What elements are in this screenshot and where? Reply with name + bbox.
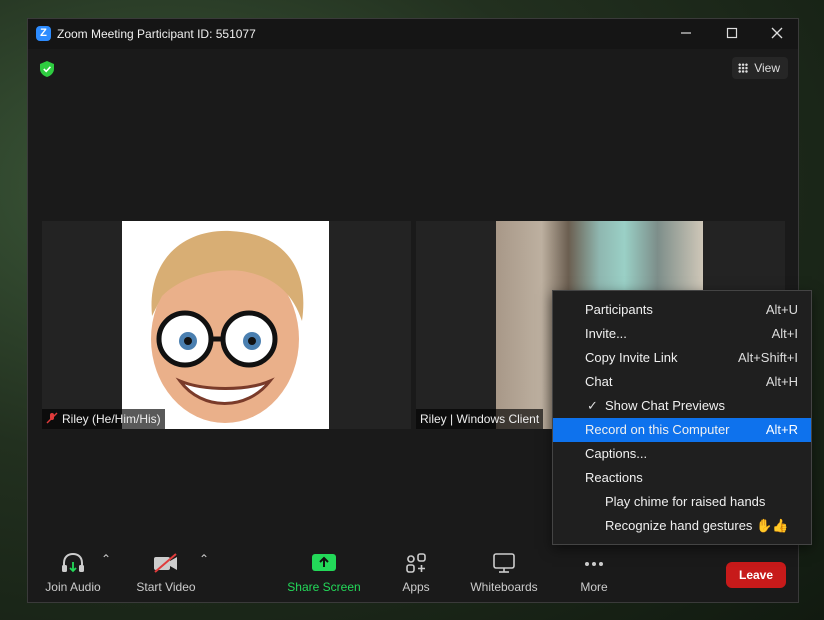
menu-item-chat[interactable]: Chat Alt+H — [553, 370, 811, 394]
checkmark-icon: ✓ — [587, 398, 598, 413]
apps-label: Apps — [402, 580, 430, 594]
menu-item-copy-invite-link[interactable]: Copy Invite Link Alt+Shift+I — [553, 346, 811, 370]
more-button[interactable]: More — [574, 552, 614, 594]
menu-item-label: Show Chat Previews — [605, 398, 725, 413]
menu-item-label: Captions... — [585, 446, 648, 461]
view-label: View — [754, 61, 780, 75]
minimize-icon — [681, 32, 691, 34]
whiteboards-button[interactable]: Whiteboards — [466, 552, 542, 594]
participant-name: Riley (He/Him/His) — [62, 412, 161, 426]
join-audio-button[interactable]: Join Audio — [44, 552, 102, 594]
more-label: More — [580, 580, 608, 594]
join-audio-label: Join Audio — [45, 580, 101, 594]
menu-item-label: Participants — [585, 302, 653, 317]
start-video-label: Start Video — [136, 580, 196, 594]
menu-item-label: Record on this Computer — [585, 422, 730, 437]
menu-item-participants[interactable]: Participants Alt+U — [553, 298, 811, 322]
share-screen-icon — [312, 554, 336, 571]
minimize-button[interactable] — [663, 19, 709, 49]
window-title: Zoom Meeting Participant ID: 551077 — [57, 27, 256, 41]
security-shield-icon[interactable] — [40, 61, 54, 77]
grid-icon — [738, 63, 749, 73]
menu-item-recognize-hand-gestures[interactable]: Recognize hand gestures ✋👍 — [553, 514, 811, 538]
muted-mic-icon — [46, 412, 58, 424]
menu-item-shortcut: Alt+R — [765, 422, 798, 437]
menu-item-play-chime[interactable]: Play chime for raised hands — [553, 490, 811, 514]
chevron-up-icon: ⌃ — [100, 552, 112, 566]
menu-item-shortcut: Alt+H — [765, 374, 798, 389]
menu-item-invite[interactable]: Invite... Alt+I — [553, 322, 811, 346]
participant-name-bar: Riley | Windows Client — [416, 409, 544, 429]
menu-item-shortcut: Alt+U — [765, 302, 798, 317]
more-dots-icon — [585, 562, 603, 566]
participant-name: Riley | Windows Client — [420, 412, 540, 426]
maximize-button[interactable] — [709, 19, 755, 49]
audio-options-caret[interactable]: ⌃ — [100, 552, 112, 566]
meeting-toolbar: Join Audio ⌃ Start Video ⌃ Share Screen … — [28, 540, 798, 602]
zoom-logo-icon: Z — [36, 26, 51, 41]
menu-item-label: Play chime for raised hands — [605, 494, 766, 509]
menu-item-shortcut: Alt+I — [771, 326, 798, 341]
menu-item-record-on-this-computer[interactable]: Record on this Computer Alt+R — [553, 418, 811, 442]
share-screen-button[interactable]: Share Screen — [286, 552, 362, 594]
video-options-caret[interactable]: ⌃ — [198, 552, 210, 566]
menu-item-label: Copy Invite Link — [585, 350, 678, 365]
close-button[interactable] — [754, 19, 800, 49]
leave-button[interactable]: Leave — [726, 562, 786, 588]
menu-item-label: Invite... — [585, 326, 627, 341]
whiteboards-label: Whiteboards — [470, 580, 538, 594]
menu-item-label: Chat — [585, 374, 613, 389]
chevron-up-icon: ⌃ — [198, 552, 210, 566]
menu-item-captions[interactable]: Captions... — [553, 442, 811, 466]
view-button[interactable]: View — [732, 57, 788, 79]
menu-item-label: Recognize hand gestures ✋👍 — [605, 518, 789, 533]
memoji-avatar-image — [151, 230, 304, 423]
video-camera-off-icon — [154, 553, 177, 573]
video-tile[interactable]: Riley (He/Him/His) — [42, 221, 411, 429]
title-bar: Z Zoom Meeting Participant ID: 551077 — [28, 19, 798, 49]
headphones-icon — [62, 552, 84, 573]
more-menu: Participants Alt+U Invite... Alt+I Copy … — [552, 290, 812, 545]
close-icon — [771, 27, 783, 39]
menu-item-label: Reactions — [585, 470, 643, 485]
menu-item-reactions: Reactions — [553, 466, 811, 490]
whiteboard-icon — [493, 553, 515, 573]
menu-item-show-chat-previews[interactable]: ✓ Show Chat Previews — [553, 394, 811, 418]
share-screen-label: Share Screen — [287, 580, 361, 594]
memoji-avatar — [122, 221, 329, 429]
participant-name-bar: Riley (He/Him/His) — [42, 409, 165, 429]
apps-button[interactable]: Apps — [396, 552, 436, 594]
menu-item-shortcut: Alt+Shift+I — [738, 350, 798, 365]
maximize-icon — [726, 27, 738, 39]
apps-icon — [406, 553, 426, 573]
start-video-button[interactable]: Start Video — [134, 552, 198, 594]
